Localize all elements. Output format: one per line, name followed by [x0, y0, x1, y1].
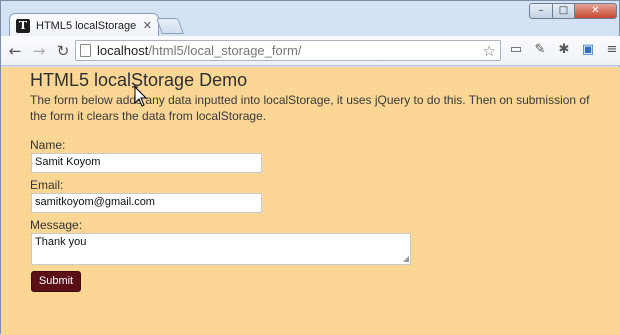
ruler-extension-icon[interactable]: ▭ [507, 41, 525, 59]
email-field[interactable]: samitkoyom@gmail.com [31, 193, 262, 213]
mouse-cursor-icon [132, 85, 147, 107]
reload-button[interactable]: ↻ [53, 41, 73, 61]
submit-button[interactable]: Submit [31, 271, 81, 292]
browser-tab[interactable]: T HTML5 localStorage Demo ✕ [9, 13, 159, 37]
address-url: localhost/html5/local_storage_form/ [97, 43, 302, 58]
window-extension-icon[interactable]: ▣ [579, 41, 597, 59]
bug-extension-icon[interactable]: ✱ [555, 41, 573, 59]
browser-toolbar: ← → ↻ localhost/html5/local_storage_form… [1, 36, 620, 66]
bookmark-star-icon[interactable]: ☆ [483, 42, 496, 60]
resize-grip-icon[interactable]: ◢ [403, 255, 409, 263]
browser-window: T HTML5 localStorage Demo ✕ – □ ✕ ← → ↻ … [0, 0, 620, 335]
favicon-icon: T [16, 18, 30, 33]
menu-icon[interactable]: ≡ [603, 41, 620, 59]
close-window-button[interactable]: ✕ [575, 3, 617, 19]
extension-icons: ▭ ✎ ✱ ▣ ≡ [507, 41, 620, 59]
intro-text: The form below adds any data inputted in… [30, 93, 590, 123]
url-path: /html5/local_storage_form/ [148, 43, 302, 58]
name-label: Name: [30, 138, 66, 152]
page-icon [80, 44, 91, 57]
minimize-button[interactable]: – [529, 3, 553, 19]
eyedropper-extension-icon[interactable]: ✎ [531, 41, 549, 59]
email-label: Email: [30, 178, 64, 192]
maximize-button[interactable]: □ [553, 3, 575, 19]
arrow-left-icon: ← [8, 41, 22, 60]
message-label: Message: [30, 218, 83, 232]
tab-close-icon[interactable]: ✕ [143, 19, 152, 32]
forward-button[interactable]: → [29, 41, 49, 61]
message-textarea[interactable]: Thank you ◢ [31, 233, 411, 265]
name-field[interactable]: Samit Koyom [31, 153, 262, 173]
message-text: Thank you [35, 236, 87, 248]
arrow-right-icon: → [32, 41, 46, 60]
new-tab-button[interactable] [156, 18, 184, 34]
tab-title: HTML5 localStorage Demo [36, 19, 139, 32]
page-content: HTML5 localStorage Demo The form below a… [1, 67, 620, 335]
url-host: localhost [97, 43, 149, 58]
address-bar[interactable]: localhost/html5/local_storage_form/ ☆ [75, 40, 501, 61]
tab-strip: T HTML5 localStorage Demo ✕ – □ ✕ [1, 1, 620, 37]
reload-icon: ↻ [56, 41, 70, 60]
window-controls: – □ ✕ [529, 3, 617, 19]
back-button[interactable]: ← [5, 41, 25, 61]
